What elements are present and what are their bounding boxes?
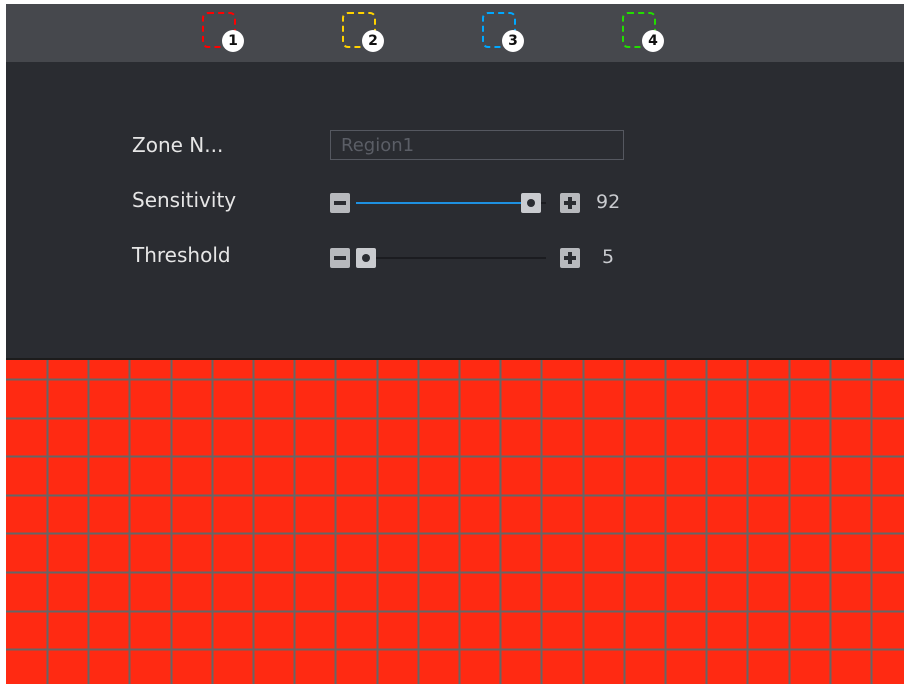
zone-name-label: Zone N...	[132, 133, 224, 157]
minus-icon	[334, 256, 346, 260]
sensitivity-decrease-button[interactable]	[330, 193, 350, 213]
zone-number-badge: 4	[642, 30, 664, 52]
zone-tab-1[interactable]: 1	[200, 10, 250, 56]
threshold-value: 5	[602, 246, 615, 268]
zone-selector-bar: 1 2 3 4	[6, 4, 904, 62]
sensitivity-value: 92	[596, 191, 621, 213]
sensitivity-slider[interactable]	[356, 193, 546, 213]
detection-grid-lines	[6, 360, 904, 684]
threshold-label: Threshold	[132, 243, 231, 267]
zone-tab-4[interactable]: 4	[620, 10, 670, 56]
detection-grid[interactable]	[6, 358, 904, 684]
threshold-increase-button[interactable]	[560, 248, 580, 268]
zone-number-badge: 1	[222, 30, 244, 52]
threshold-slider-handle[interactable]	[356, 248, 376, 268]
sensitivity-slider-fill	[356, 202, 531, 204]
minus-icon	[334, 201, 346, 205]
zone-name-input[interactable]	[330, 130, 624, 160]
sensitivity-label: Sensitivity	[132, 188, 237, 212]
zone-tab-3[interactable]: 3	[480, 10, 530, 56]
threshold-decrease-button[interactable]	[330, 248, 350, 268]
zone-number-badge: 3	[502, 30, 524, 52]
zone-number-badge: 2	[362, 30, 384, 52]
sensitivity-increase-button[interactable]	[560, 193, 580, 213]
zone-settings-panel: Zone N... Sensitivity 92 Threshold 5	[6, 62, 904, 358]
zone-tab-2[interactable]: 2	[340, 10, 390, 56]
sensitivity-slider-handle[interactable]	[521, 193, 541, 213]
motion-detection-region-editor: 1 2 3 4 Zone N... Sensitivity	[6, 4, 904, 684]
threshold-slider[interactable]	[356, 248, 546, 268]
